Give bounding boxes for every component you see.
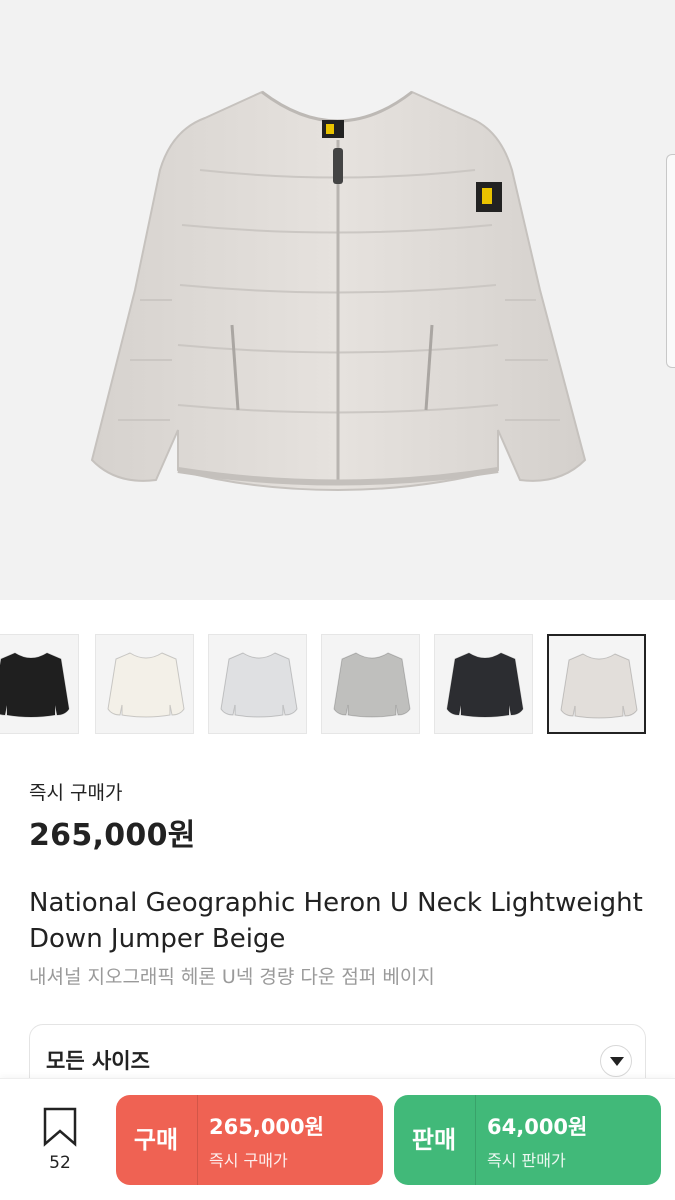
- buy-button-subtitle: 즉시 구매가: [209, 1151, 288, 1170]
- thumbnail-jacket-image: [446, 652, 524, 718]
- thumbnail-light-grey[interactable]: [208, 634, 307, 734]
- instant-buy-price: 265,000원: [29, 818, 196, 853]
- jacket-illustration: [90, 90, 587, 492]
- thumbnail-strip: [0, 634, 675, 734]
- thumbnail-jacket-image: [220, 652, 298, 718]
- chevron-down-icon[interactable]: [600, 1045, 632, 1077]
- product-name-korean: 내셔널 지오그래픽 헤론 U넥 경량 다운 점퍼 베이지: [29, 966, 435, 988]
- bottom-action-bar: 52 구매 265,000원 즉시 구매가 판매 64,000원 즉시 판매가: [0, 1078, 675, 1200]
- buy-button[interactable]: 구매 265,000원 즉시 구매가: [116, 1095, 383, 1185]
- thumbnail-ivory[interactable]: [95, 634, 194, 734]
- thumbnail-jacket-image: [0, 652, 70, 718]
- sell-button-price: 64,000원: [487, 1115, 588, 1139]
- thumbnail-black[interactable]: [0, 634, 79, 734]
- sell-button[interactable]: 판매 64,000원 즉시 판매가: [394, 1095, 661, 1185]
- sell-button-divider: [475, 1095, 476, 1185]
- bookmark-icon: [43, 1107, 77, 1147]
- instant-buy-price-label: 즉시 구매가: [29, 782, 123, 804]
- bookmark-button[interactable]: 52: [32, 1107, 88, 1179]
- product-name-english: National Geographic Heron U Neck Lightwe…: [29, 888, 643, 954]
- thumbnail-jacket-image: [333, 652, 411, 718]
- product-image[interactable]: [0, 0, 675, 600]
- buy-button-divider: [197, 1095, 198, 1185]
- buy-button-price: 265,000원: [209, 1115, 324, 1139]
- thumbnail-jacket-image: [107, 652, 185, 718]
- sell-button-subtitle: 즉시 판매가: [487, 1151, 566, 1170]
- thumbnail-charcoal[interactable]: [434, 634, 533, 734]
- thumbnail-grey[interactable]: [321, 634, 420, 734]
- image-scroll-indicator[interactable]: [666, 154, 675, 368]
- thumbnail-beige[interactable]: [547, 634, 646, 734]
- bookmark-count: 52: [49, 1153, 71, 1173]
- sell-button-label: 판매: [411, 1126, 457, 1154]
- size-selector-label: 모든 사이즈: [46, 1049, 150, 1073]
- thumbnail-jacket-image: [560, 653, 638, 719]
- buy-button-label: 구매: [133, 1126, 179, 1154]
